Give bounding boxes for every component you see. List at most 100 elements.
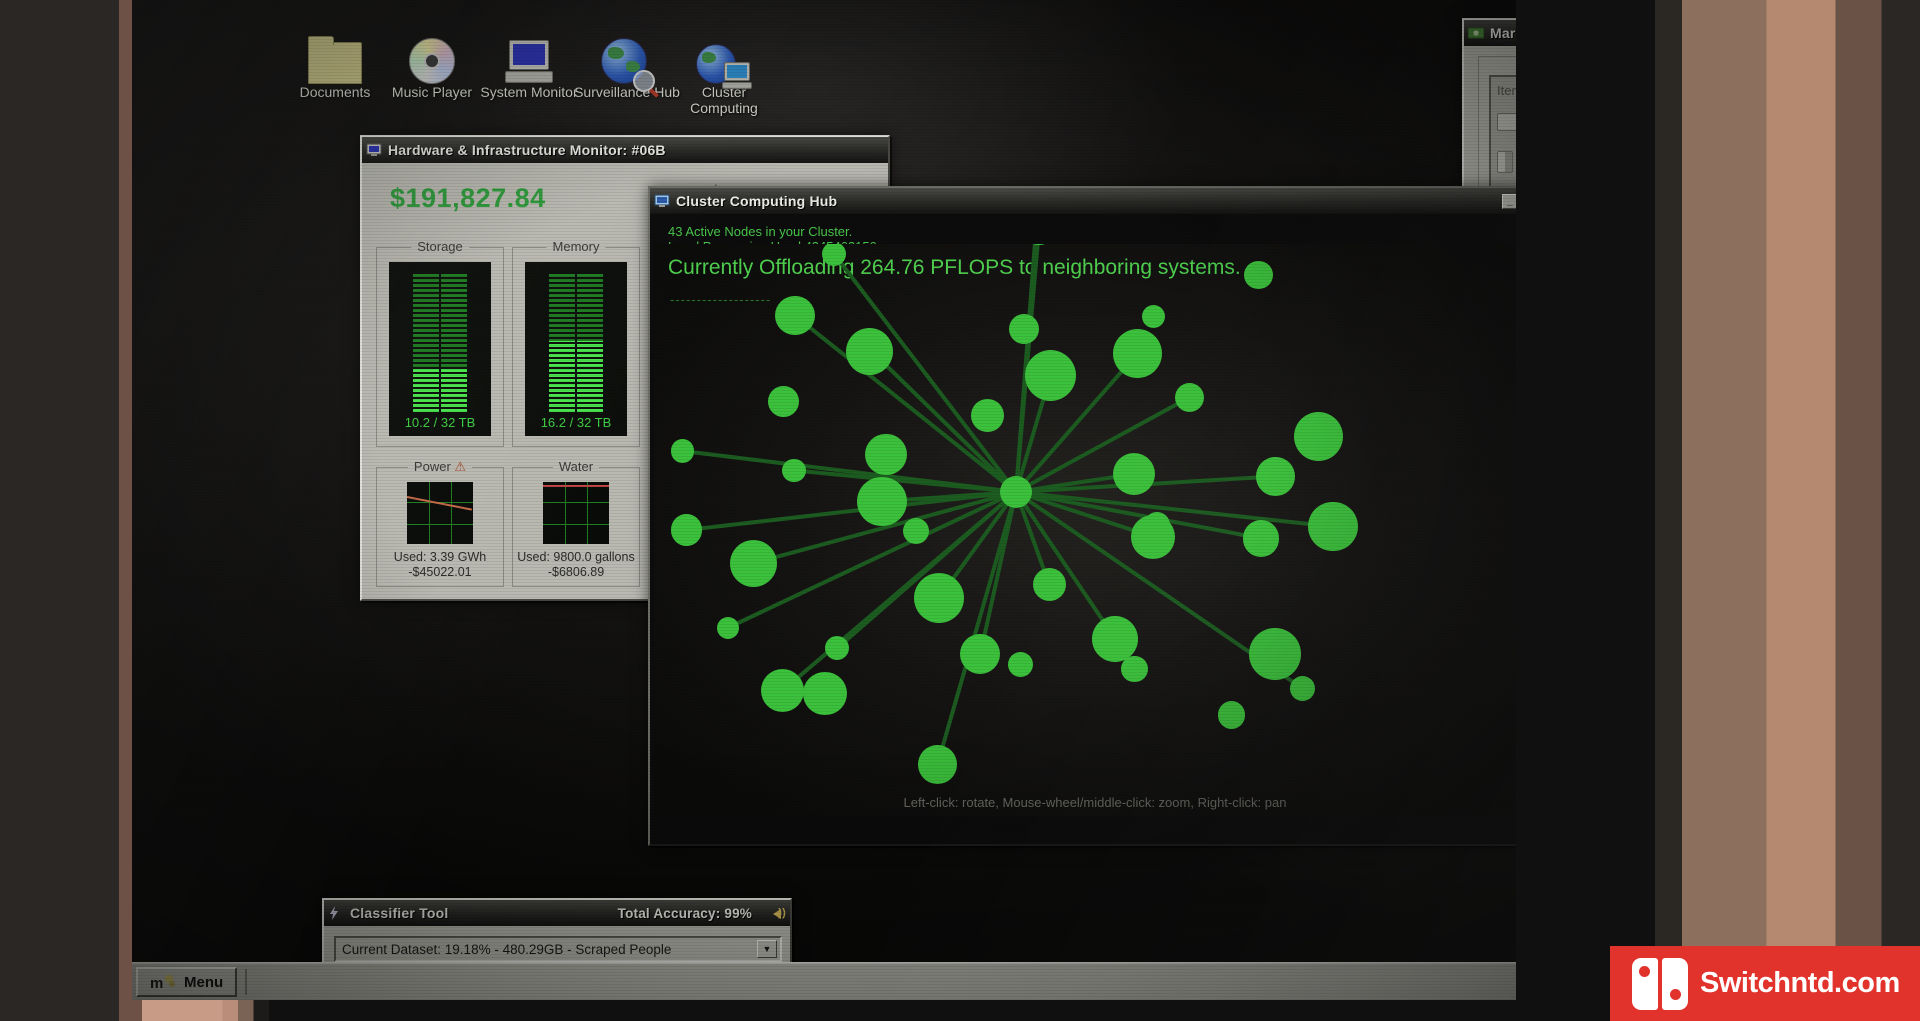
desktop-icon-cluster-computing[interactable]: Cluster Computing (669, 28, 779, 116)
cell-label: Memory (546, 239, 606, 254)
cluster-node[interactable] (824, 636, 850, 661)
cluster-node[interactable] (767, 386, 799, 417)
cluster-node[interactable] (729, 539, 777, 587)
cell-value: 16.2 / 32 TB (540, 415, 612, 430)
cluster-node[interactable] (1256, 457, 1295, 496)
cluster-edge (793, 468, 1017, 494)
start-menu-button[interactable]: m Menu (136, 967, 238, 997)
storage-icon (1497, 113, 1516, 131)
dataset-select[interactable]: Current Dataset: 19.18% - 480.29GB - Scr… (334, 936, 782, 962)
graph-usage: Used: 9800.0 gallons (517, 550, 635, 564)
cluster-hub-node[interactable] (1000, 476, 1032, 508)
minimize-button[interactable]: _ (1502, 193, 1516, 209)
cluster-node[interactable] (803, 671, 847, 716)
taskbar[interactable]: m Menu (132, 962, 1516, 1000)
cluster-node[interactable] (1242, 519, 1280, 557)
cluster-divider: ------------------- (670, 292, 772, 307)
cluster-node[interactable] (1092, 615, 1139, 662)
cluster-node[interactable] (1130, 514, 1175, 559)
cell-label: Storage (411, 239, 469, 254)
cluster-node[interactable] (1308, 501, 1358, 552)
cluster-node[interactable] (865, 433, 907, 476)
cell-value: 10.2 / 32 TB (404, 415, 476, 430)
switch-logo-icon (1632, 957, 1688, 1010)
cluster-node[interactable] (760, 668, 805, 713)
svg-text:m: m (150, 975, 163, 991)
marketplace-titlebar[interactable]: Marketplace )) (1464, 20, 1516, 46)
cluster-node[interactable] (1024, 349, 1077, 402)
dataset-value: Current Dataset: 19.18% - 480.29GB - Scr… (342, 941, 672, 957)
cluster-node[interactable] (971, 398, 1004, 432)
site-watermark: Switchntd.com (1610, 946, 1920, 1021)
cluster-node[interactable] (1023, 244, 1055, 245)
cluster-node[interactable] (716, 616, 740, 639)
cluster-node[interactable] (960, 634, 1001, 675)
cluster-node[interactable] (1009, 313, 1040, 344)
cluster-node[interactable] (1217, 700, 1246, 729)
hardware-titlebar[interactable]: Hardware & Infrastructure Monitor: #06B (362, 137, 888, 163)
cluster-node[interactable] (775, 296, 815, 336)
marketplace-title-text: Marketplace (1490, 25, 1516, 41)
crt-screen: Documents Music Player System Monitor Surve… (132, 0, 1516, 1000)
mi-logo-icon: m (150, 973, 176, 992)
cluster-node[interactable] (1289, 675, 1315, 701)
computer-icon (474, 28, 584, 84)
cluster-node[interactable] (1244, 260, 1274, 290)
cluster-controls-hint: Left-click: rotate, Mouse-wheel/middle-c… (903, 795, 1287, 810)
cluster-node[interactable] (913, 572, 965, 624)
graph-label: Water (558, 459, 594, 474)
warning-icon: ⚠ (454, 459, 467, 474)
folder-icon (280, 28, 390, 84)
chevron-down-icon[interactable]: ▼ (757, 940, 777, 958)
watermark-text: Switchntd.com (1700, 967, 1900, 999)
cd-disc-icon (377, 28, 487, 84)
desktop-icon-label: Music Player (391, 84, 473, 100)
desktop-icon-label: Documents (299, 84, 371, 100)
classifier-titlebar[interactable]: Classifier Tool Total Accuracy: 99% )) (324, 900, 790, 926)
cluster-node[interactable] (782, 458, 806, 483)
globe-magnifier-icon (572, 28, 682, 92)
cluster-graph-canvas[interactable]: Currently Offloading 264.76 PFLOPS to ne… (654, 244, 1516, 816)
cluster-node[interactable] (918, 745, 957, 784)
desktop-icon-music-player[interactable]: Music Player (377, 28, 487, 100)
marketplace-row[interactable]: Memory18$30450 (1491, 142, 1516, 182)
desktop-icon-surveillance-hub[interactable]: Surveillance Hub (572, 28, 682, 100)
cluster-edge (682, 449, 1017, 494)
globe-computer-icon (669, 28, 779, 89)
cluster-node[interactable] (1174, 382, 1205, 412)
cluster-node[interactable] (1112, 452, 1156, 496)
marketplace-row[interactable]: Storage15$14112.5 (1491, 102, 1516, 142)
hardware-graph-power: Power ⚠ Used: 3.39 GWh -$45022.01 (376, 459, 504, 587)
cluster-node[interactable] (1007, 651, 1034, 677)
cluster-node[interactable] (670, 514, 703, 546)
cluster-node[interactable] (1293, 411, 1343, 461)
speaker-icon[interactable]: )) (768, 905, 786, 921)
level-bars (549, 272, 603, 412)
hardware-title-text: Hardware & Infrastructure Monitor: #06B (388, 142, 666, 158)
graph-cost: -$6806.89 (547, 565, 605, 579)
classifier-title-text: Classifier Tool (350, 905, 449, 921)
taskbar-divider (245, 969, 248, 995)
classifier-accuracy: Total Accuracy: 99% (617, 905, 752, 921)
graph-label: Power (413, 459, 451, 474)
money-icon (1467, 26, 1485, 40)
cluster-title-text: Cluster Computing Hub (676, 193, 838, 209)
level-bars (413, 272, 467, 412)
photo-backdrop: Documents Music Player System Monitor Surve… (0, 0, 1920, 1021)
desktop-icon-documents[interactable]: Documents (280, 28, 390, 100)
cluster-titlebar[interactable]: Cluster Computing Hub _ × (650, 188, 1516, 214)
start-button-label: Menu (184, 973, 224, 991)
cluster-node[interactable] (857, 476, 907, 527)
desktop-icon-system-monitor[interactable]: System Monitor (474, 28, 584, 100)
cluster-node[interactable] (1141, 304, 1165, 328)
cluster-node[interactable] (1113, 328, 1163, 378)
cluster-node[interactable] (902, 518, 929, 545)
cluster-edge (686, 490, 1017, 532)
cluster-node[interactable] (1249, 628, 1301, 680)
cluster-computing-window[interactable]: Cluster Computing Hub _ × 43 Active Node… (648, 186, 1516, 846)
graph-usage: Used: 3.39 GWh (393, 550, 487, 564)
cluster-node[interactable] (1032, 568, 1066, 602)
cluster-node[interactable] (1121, 655, 1149, 683)
cluster-node[interactable] (670, 439, 695, 463)
cluster-active-nodes: 43 Active Nodes in your Cluster. (668, 224, 853, 239)
